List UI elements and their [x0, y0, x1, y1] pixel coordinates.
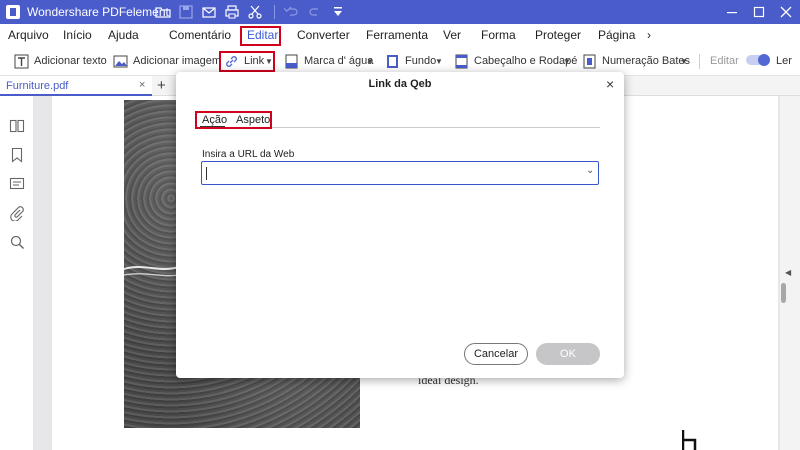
- toolbar-divider: [274, 5, 275, 19]
- undo-icon[interactable]: [284, 4, 300, 20]
- page-edge-mark: [682, 430, 697, 450]
- toggle-knob[interactable]: [758, 54, 770, 66]
- open-folder-icon[interactable]: [155, 4, 171, 20]
- text-icon: [14, 54, 29, 69]
- watermark-label: Marca d' água: [304, 55, 374, 67]
- email-icon[interactable]: [201, 4, 217, 20]
- scissors-icon[interactable]: [247, 4, 263, 20]
- add-text-label: Adicionar texto: [34, 55, 107, 67]
- title-bar: Wondershare PDFelement: [0, 0, 800, 24]
- tab-furniture-pdf[interactable]: Furniture.pdf ×: [0, 76, 152, 96]
- expand-right-panel-icon[interactable]: ◀: [785, 268, 791, 277]
- url-input[interactable]: ⌄: [201, 161, 599, 185]
- image-icon: [113, 55, 128, 68]
- bates-dropdown-caret[interactable]: ▼: [680, 57, 688, 66]
- maximize-button[interactable]: [745, 0, 773, 24]
- search-icon[interactable]: [9, 234, 25, 250]
- url-field-label: Insira a URL da Web: [202, 149, 295, 160]
- minimize-button[interactable]: [718, 0, 746, 24]
- header-footer-label: Cabeçalho e Rodapé: [474, 55, 578, 67]
- close-window-button[interactable]: [772, 0, 800, 24]
- bookmark-icon[interactable]: [9, 147, 25, 163]
- edit-mode-label: Editar: [710, 55, 739, 67]
- menu-comment[interactable]: Comentário: [169, 28, 231, 42]
- left-sidebar: [0, 96, 34, 450]
- save-icon[interactable]: [178, 4, 194, 20]
- app-logo-icon: [6, 5, 20, 19]
- menu-convert[interactable]: Converter: [297, 28, 350, 42]
- menu-more[interactable]: ›: [647, 28, 651, 42]
- read-mode-label: Ler: [776, 55, 792, 67]
- thumbnails-icon[interactable]: [9, 118, 25, 134]
- dialog-title: Link da Qeb: [368, 78, 432, 90]
- watermark-icon: [285, 54, 298, 69]
- highlight-box-dialog-tabs: [195, 111, 272, 129]
- web-link-dialog: Link da Qeb × Ação Aspeto Insira a URL d…: [176, 72, 624, 378]
- tab-close-icon[interactable]: ×: [139, 79, 145, 91]
- cancel-button[interactable]: Cancelar: [464, 343, 528, 365]
- menu-view[interactable]: Ver: [443, 28, 461, 42]
- watermark-dropdown-caret[interactable]: ▼: [366, 57, 374, 66]
- menu-form[interactable]: Forma: [481, 28, 516, 42]
- menu-file[interactable]: Arquivo: [8, 28, 49, 42]
- highlight-box-link-button: [219, 51, 275, 72]
- tab-label: Furniture.pdf: [6, 80, 69, 92]
- new-tab-button[interactable]: +: [157, 77, 166, 94]
- quick-access-dropdown-icon[interactable]: [330, 4, 346, 20]
- ok-button[interactable]: OK: [536, 343, 600, 365]
- menu-page[interactable]: Página: [598, 28, 635, 42]
- add-image-label: Adicionar imagem: [133, 55, 222, 67]
- dialog-close-icon[interactable]: ×: [606, 76, 614, 92]
- background-icon: [387, 55, 398, 68]
- print-icon[interactable]: [224, 4, 240, 20]
- background-dropdown-caret[interactable]: ▼: [435, 57, 443, 66]
- bates-icon: [583, 54, 596, 69]
- text-cursor: [206, 167, 207, 180]
- menu-tools[interactable]: Ferramenta: [366, 28, 428, 42]
- chevron-down-icon[interactable]: ⌄: [586, 165, 594, 176]
- toolbar-divider: [699, 54, 700, 69]
- scrollbar-thumb[interactable]: [781, 283, 786, 303]
- bates-numbering-label: Numeração Bates: [602, 55, 691, 67]
- comment-icon[interactable]: [9, 176, 25, 192]
- menu-help[interactable]: Ajuda: [108, 28, 139, 42]
- header-footer-icon: [455, 54, 468, 69]
- highlight-box-edit-menu: [240, 26, 281, 46]
- background-label: Fundo: [405, 55, 437, 67]
- menu-bar: Arquivo Início Ajuda Comentário Editar C…: [0, 24, 800, 70]
- menu-home[interactable]: Início: [63, 28, 92, 42]
- header-footer-dropdown-caret[interactable]: ▼: [563, 57, 571, 66]
- redo-icon[interactable]: [307, 4, 323, 20]
- app-title: Wondershare PDFelement: [27, 5, 169, 19]
- menu-protect[interactable]: Proteger: [535, 28, 581, 42]
- attachment-icon[interactable]: [9, 205, 25, 221]
